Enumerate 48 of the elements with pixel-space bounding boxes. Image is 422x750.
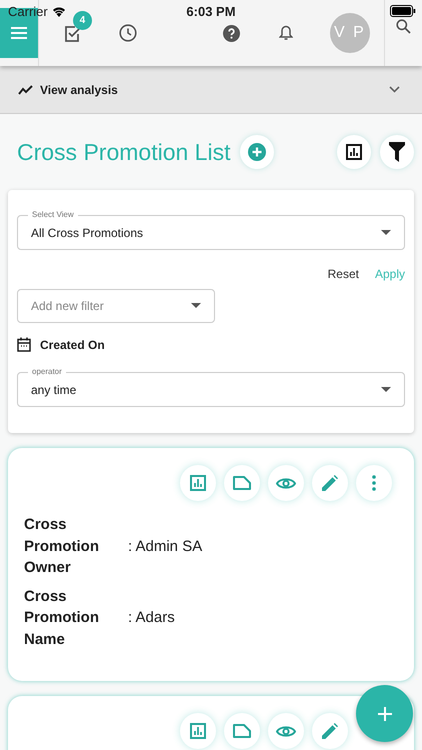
chevron-icon: [389, 86, 400, 93]
eye-icon: [276, 724, 296, 738]
bell-icon[interactable]: [278, 25, 293, 41]
field-label: Cross Promotion Owner: [24, 515, 100, 578]
reset-link[interactable]: Reset: [328, 267, 359, 281]
menu-icon: [10, 27, 27, 39]
add-button[interactable]: [240, 135, 274, 169]
chart-button[interactable]: [337, 135, 371, 169]
pencil-icon: [322, 723, 338, 739]
wifi-icon: [52, 6, 66, 16]
dropdown-caret-icon: [381, 387, 391, 392]
filter-field-label: Created On: [40, 338, 105, 352]
plus-icon: [378, 706, 392, 720]
clock-icon[interactable]: [118, 24, 137, 42]
add-filter-dropdown[interactable]: Add new filter: [17, 289, 215, 323]
pencil-icon: [322, 475, 338, 491]
status-time: 6:03 PM: [185, 4, 237, 18]
bar-chart-icon: [346, 144, 362, 160]
label-icon: [233, 724, 251, 738]
label-button[interactable]: [224, 465, 260, 501]
bar-chart-icon: [190, 723, 206, 739]
field-value: : Admin SA: [128, 538, 202, 555]
more-vertical-icon: [372, 475, 376, 491]
funnel-icon: [389, 142, 405, 162]
trend-line-icon: [18, 84, 34, 94]
help-icon[interactable]: [222, 24, 240, 42]
edit-button[interactable]: [312, 465, 348, 501]
field-label: Cross Promotion Name: [24, 586, 100, 650]
eye-icon: [276, 476, 296, 490]
label-icon: [233, 476, 251, 490]
label-button[interactable]: [224, 713, 260, 749]
page-title: Cross Promotion List: [17, 138, 230, 166]
task-checkbox-icon[interactable]: [64, 25, 82, 43]
more-button[interactable]: [356, 465, 392, 501]
add-icon: [248, 143, 266, 161]
view-button[interactable]: [268, 465, 304, 501]
battery-icon: [390, 5, 416, 17]
calendar-icon: [17, 337, 31, 352]
dropdown-caret-icon: [191, 303, 201, 308]
filter-button[interactable]: [380, 135, 414, 169]
view-analysis-bar[interactable]: View analysis: [0, 66, 422, 114]
edit-button[interactable]: [312, 713, 348, 749]
field-value: : Adars: [128, 609, 175, 626]
task-count-badge: 4: [72, 11, 92, 30]
search-icon[interactable]: [396, 19, 411, 34]
dropdown-caret-icon: [381, 230, 391, 235]
bar-chart-icon: [190, 475, 206, 491]
view-button[interactable]: [268, 713, 304, 749]
